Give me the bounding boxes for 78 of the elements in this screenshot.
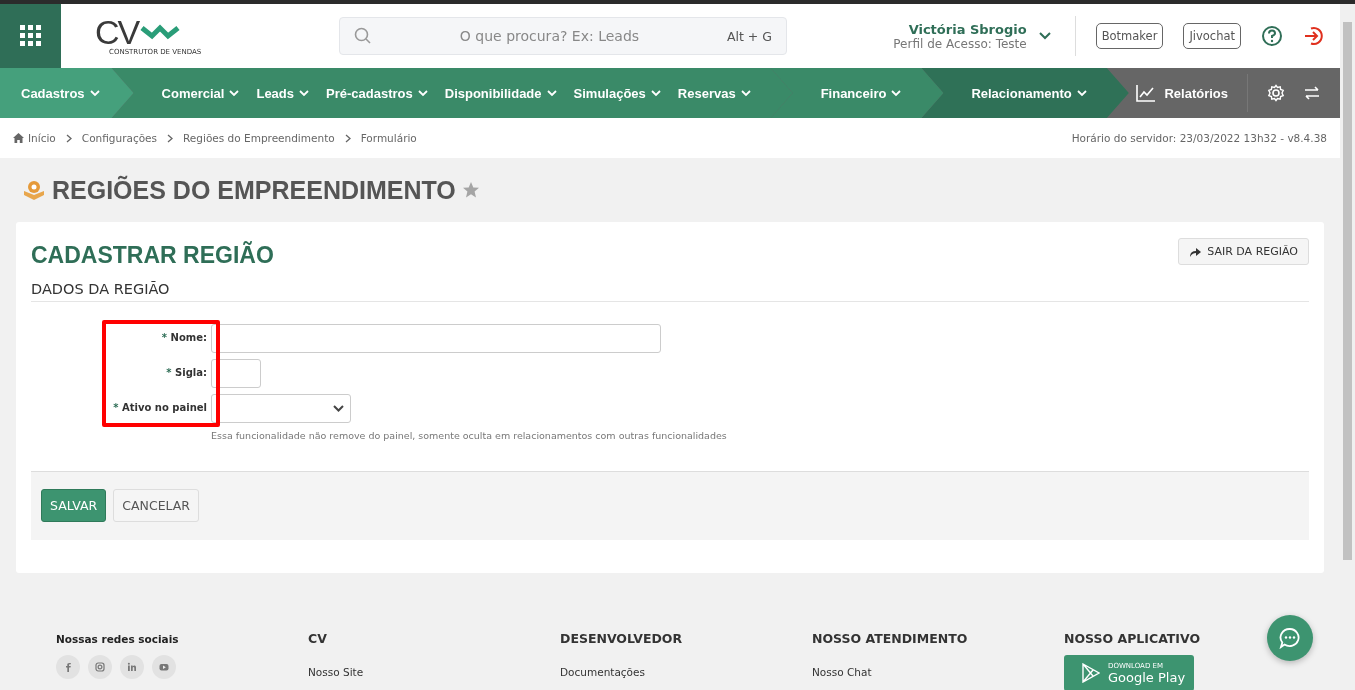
nav-menu-item[interactable]: Financeiro bbox=[820, 85, 902, 101]
footer-link[interactable]: Nosso Chat bbox=[812, 666, 872, 678]
breadcrumb-link[interactable]: Regiões do Empreendimento bbox=[183, 132, 335, 144]
chat-bubble-icon bbox=[1279, 627, 1301, 649]
nav-menu-item[interactable]: Relacionamento bbox=[971, 85, 1087, 101]
swap-icon[interactable] bbox=[1304, 86, 1320, 100]
field-label: * Sigla: bbox=[165, 366, 208, 378]
chevron-down-icon[interactable] bbox=[1038, 32, 1051, 40]
header-button[interactable]: Jivochat bbox=[1183, 23, 1241, 49]
chat-button[interactable] bbox=[1267, 615, 1313, 661]
chevron-down-icon bbox=[333, 405, 344, 412]
search-field[interactable]: O que procura? Ex: Leads Alt + G bbox=[339, 17, 787, 55]
youtube-icon[interactable] bbox=[152, 655, 176, 679]
logo-text: CV bbox=[95, 16, 139, 48]
footer-heading: CV bbox=[308, 631, 327, 646]
search-icon bbox=[354, 27, 372, 45]
home-icon bbox=[13, 133, 24, 143]
chevron-right-icon bbox=[65, 133, 72, 143]
server-time: Horário do servidor: 23/03/2022 13h32 - v8.4.38 bbox=[1071, 132, 1327, 144]
nav-menu-item[interactable]: Pré-cadastros bbox=[326, 85, 428, 101]
logout-icon[interactable] bbox=[1303, 25, 1325, 47]
star-icon[interactable] bbox=[461, 181, 480, 199]
line-chart-icon bbox=[1136, 84, 1157, 102]
logo-wave-icon bbox=[140, 24, 181, 40]
cancel-button[interactable]: CANCELAR bbox=[113, 489, 200, 522]
card-title: CADASTRAR REGIÃO bbox=[31, 242, 274, 269]
name-input[interactable] bbox=[211, 324, 661, 353]
chevron-down-icon bbox=[417, 89, 428, 97]
chevron-right-icon bbox=[344, 133, 351, 143]
footer-link[interactable]: Documentações bbox=[560, 666, 645, 678]
field-label: * Ativo no painel bbox=[112, 401, 208, 413]
footer-link[interactable]: Nosso Site bbox=[308, 666, 364, 678]
footer-heading: NOSSO ATENDIMENTO bbox=[812, 631, 968, 646]
share-arrow-icon bbox=[1189, 246, 1202, 257]
footer-heading: Nossas redes sociais bbox=[56, 633, 179, 645]
section-title: DADOS DA REGIÃO bbox=[31, 281, 1309, 302]
gear-box-icon bbox=[22, 179, 46, 201]
page-title: REGIÕES DO EMPREENDIMENTO bbox=[52, 175, 456, 205]
header-button[interactable]: Botmaker bbox=[1095, 23, 1164, 49]
select-dropdown[interactable] bbox=[211, 394, 351, 423]
facebook-icon[interactable] bbox=[56, 655, 80, 679]
chevron-down-icon bbox=[299, 89, 310, 97]
user-profile: Perfil de Acesso: Teste bbox=[893, 36, 1027, 51]
nav-menu-item[interactable]: Simulações bbox=[573, 85, 661, 101]
chevron-down-icon bbox=[891, 89, 902, 97]
chevron-down-icon bbox=[1076, 89, 1087, 97]
apps-menu-button[interactable] bbox=[0, 4, 61, 68]
chevron-down-icon bbox=[546, 89, 557, 97]
reports-link[interactable]: Relatórios bbox=[1136, 84, 1228, 102]
field-label: * Nome: bbox=[160, 331, 208, 343]
footer-heading: NOSSO APLICATIVO bbox=[1064, 631, 1201, 646]
nav-menu-item[interactable]: Cadastros bbox=[21, 85, 100, 101]
exit-button[interactable]: SAIR DA REGIÃO bbox=[1178, 238, 1309, 265]
breadcrumb-link[interactable]: Início bbox=[13, 132, 56, 144]
user-name: Victória Sbrogio bbox=[908, 21, 1027, 37]
instagram-icon[interactable] bbox=[88, 655, 112, 679]
breadcrumb-link[interactable]: Configurações bbox=[81, 132, 158, 144]
nav-menu-item[interactable]: Disponibilidade bbox=[444, 85, 557, 101]
grid-icon bbox=[19, 25, 42, 47]
save-button[interactable]: SALVAR bbox=[41, 489, 107, 522]
chevron-down-icon bbox=[650, 89, 661, 97]
play-triangle-icon bbox=[1082, 663, 1100, 683]
chevron-down-icon bbox=[229, 89, 240, 97]
breadcrumb-link[interactable]: Formulário bbox=[360, 132, 417, 144]
nav-menu-item[interactable]: Comercial bbox=[161, 85, 240, 101]
chevron-right-icon bbox=[167, 133, 174, 143]
footer-heading: DESENVOLVEDOR bbox=[560, 631, 683, 646]
abbreviation-input[interactable] bbox=[211, 359, 261, 388]
help-icon[interactable] bbox=[1261, 25, 1283, 47]
field-hint: Essa funcionalidade não remove do painel, somente oculta em relacionamentos com outras funcionalidades bbox=[211, 430, 727, 441]
linkedin-icon[interactable] bbox=[120, 655, 144, 679]
chevron-down-icon bbox=[740, 89, 751, 97]
settings-icon[interactable] bbox=[1267, 84, 1285, 102]
shortcut-hint: Alt + G bbox=[726, 28, 772, 44]
chevron-down-icon bbox=[89, 89, 100, 97]
nav-menu-item[interactable]: Leads bbox=[256, 85, 310, 101]
nav-menu-item[interactable]: Reservas bbox=[677, 85, 751, 101]
search-input[interactable]: O que procura? Ex: Leads bbox=[372, 27, 727, 45]
